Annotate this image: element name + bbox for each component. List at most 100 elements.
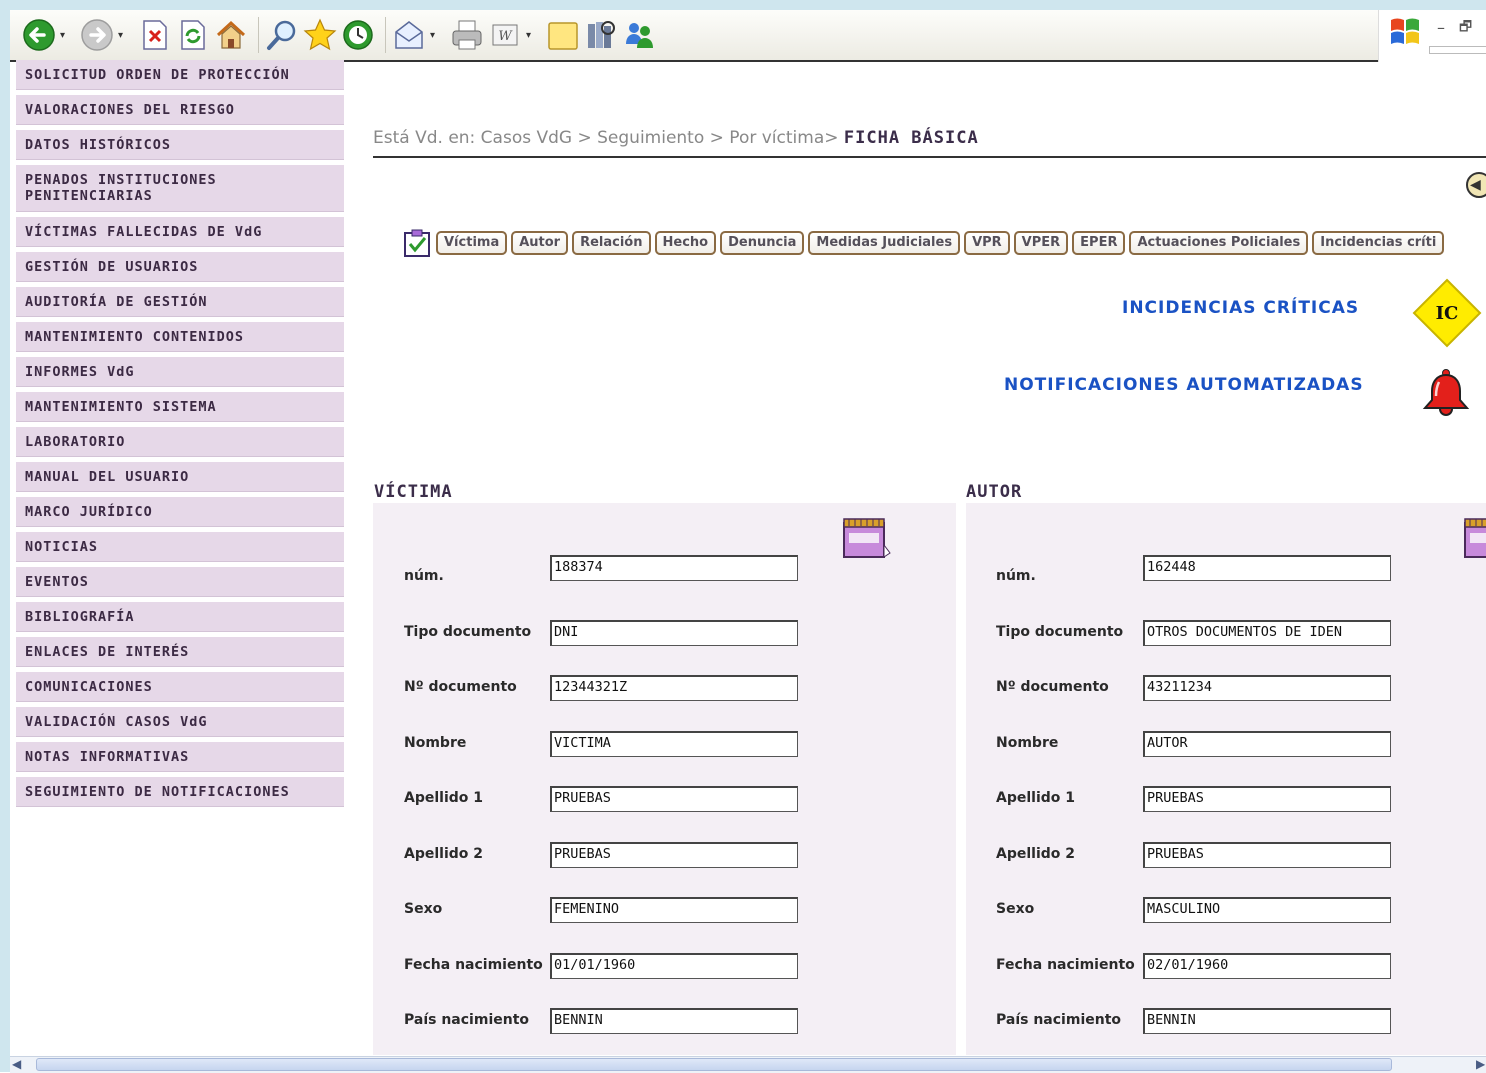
notepad-icon[interactable]	[841, 517, 891, 561]
sidebar-item[interactable]: LABORATORIO	[16, 427, 344, 457]
victima-apellido2-input[interactable]: PRUEBAS	[550, 842, 798, 868]
bell-icon[interactable]	[1422, 368, 1470, 418]
incidencias-criticas-link[interactable]: INCIDENCIAS CRÍTICAS	[1122, 298, 1359, 318]
autor-num-input[interactable]: 162448	[1143, 555, 1391, 581]
word-icon[interactable]: W	[488, 18, 522, 52]
forward-dropdown-icon[interactable]: ▾	[118, 30, 130, 41]
victima-nombre-label: Nombre	[404, 735, 467, 751]
victima-n-documento-label: Nº documento	[404, 679, 517, 695]
autor-tipo-documento-input[interactable]: OTROS DOCUMENTOS DE IDEN	[1143, 620, 1391, 646]
sidebar-item[interactable]: VALIDACIÓN CASOS VdG	[16, 707, 344, 737]
autor-num-label: núm.	[996, 568, 1036, 584]
autor-sexo-label: Sexo	[996, 901, 1035, 917]
victima-apellido1-label: Apellido 1	[404, 790, 484, 806]
victima-tipo-documento-input[interactable]: DNI	[550, 620, 798, 646]
research-icon[interactable]	[584, 18, 618, 52]
toolbar-separator	[385, 17, 386, 53]
sidebar-item[interactable]: MANUAL DEL USUARIO	[16, 462, 344, 492]
victima-sexo-input[interactable]: FEMENINO	[550, 897, 798, 923]
mail-icon[interactable]	[392, 18, 426, 52]
sidebar-item[interactable]: GESTIÓN DE USUARIOS	[16, 252, 344, 282]
notificaciones-automatizadas-link[interactable]: NOTIFICACIONES AUTOMATIZADAS	[1004, 375, 1364, 395]
sidebar-item[interactable]: NOTICIAS	[16, 532, 344, 562]
history-icon[interactable]	[341, 18, 375, 52]
victima-section-title: VÍCTIMA	[374, 482, 453, 502]
scroll-right-icon[interactable]: ▶	[1476, 1057, 1485, 1071]
print-icon[interactable]	[450, 18, 484, 52]
sidebar-item[interactable]: VÍCTIMAS FALLECIDAS DE VdG	[16, 217, 344, 247]
sidebar-item[interactable]: NOTAS INFORMATIVAS	[16, 742, 344, 772]
sidebar-item[interactable]: MANTENIMIENTO CONTENIDOS	[16, 322, 344, 352]
sidebar-item[interactable]: PENADOS INSTITUCIONES PENITENCIARIAS	[16, 165, 344, 212]
tab[interactable]: Relación	[572, 231, 651, 255]
tab[interactable]: EPER	[1072, 231, 1126, 255]
scroll-left-icon[interactable]: ◀	[12, 1057, 21, 1071]
tab[interactable]: Denuncia	[720, 231, 805, 255]
tab[interactable]: Medidas Judiciales	[808, 231, 961, 255]
restore-icon[interactable]: 🗗	[1459, 16, 1472, 40]
word-dropdown-icon[interactable]: ▾	[526, 30, 538, 41]
autor-sexo-input[interactable]: MASCULINO	[1143, 897, 1391, 923]
sidebar-item[interactable]: INFORMES VdG	[16, 357, 344, 387]
breadcrumb-current: FICHA BÁSICA	[843, 128, 979, 148]
back-icon[interactable]	[22, 18, 56, 52]
tab[interactable]: VPR	[964, 231, 1010, 255]
mail-dropdown-icon[interactable]: ▾	[430, 30, 442, 41]
autor-tipo-documento-label: Tipo documento	[996, 624, 1124, 640]
sidebar-item[interactable]: DATOS HISTÓRICOS	[16, 130, 344, 160]
sidebar-item[interactable]: COMUNICACIONES	[16, 672, 344, 702]
victima-tipo-documento-label: Tipo documento	[404, 624, 532, 640]
sidebar-item[interactable]: MARCO JURÍDICO	[16, 497, 344, 527]
victima-apellido1-input[interactable]: PRUEBAS	[550, 786, 798, 812]
victima-nombre-input[interactable]: VICTIMA	[550, 731, 798, 757]
victima-fecha-nacimiento-input[interactable]: 01/01/1960	[550, 953, 798, 979]
victima-num-input[interactable]: 188374	[550, 555, 798, 581]
sidebar-item[interactable]: SOLICITUD ORDEN DE PROTECCIÓN	[16, 60, 344, 90]
tab[interactable]: Víctima	[436, 231, 508, 255]
sidebar-item[interactable]: EVENTOS	[16, 567, 344, 597]
folder-icon[interactable]	[546, 18, 580, 52]
tab[interactable]: Hecho	[654, 231, 717, 255]
sidebar-item[interactable]: BIBLIOGRAFÍA	[16, 602, 344, 632]
window-frame-left	[0, 0, 10, 1072]
victima-sexo-label: Sexo	[404, 901, 443, 917]
tab[interactable]: Autor	[511, 231, 569, 255]
minimize-icon[interactable]: –	[1437, 18, 1445, 37]
window-controls: – 🗗	[1378, 10, 1486, 62]
sidebar-item[interactable]: VALORACIONES DEL RIESGO	[16, 95, 344, 125]
scrollbar-thumb[interactable]	[36, 1058, 1392, 1071]
tab[interactable]: Actuaciones Policiales	[1129, 231, 1309, 255]
favorites-icon[interactable]	[303, 18, 337, 52]
autor-n-documento-input[interactable]: 43211234	[1143, 675, 1391, 701]
sidebar-item[interactable]: SEGUIMIENTO DE NOTIFICACIONES	[16, 777, 344, 807]
search-icon[interactable]	[265, 18, 299, 52]
sidebar-item[interactable]: AUDITORÍA DE GESTIÓN	[16, 287, 344, 317]
sidebar-item[interactable]: ENLACES DE INTERÉS	[16, 637, 344, 667]
autor-apellido2-label: Apellido 2	[996, 846, 1076, 862]
autor-nombre-input[interactable]: AUTOR	[1143, 731, 1391, 757]
victima-pais-nacimiento-input[interactable]: BENNIN	[550, 1008, 798, 1034]
checklist-icon	[404, 229, 430, 257]
victima-n-documento-input[interactable]: 12344321Z	[550, 675, 798, 701]
refresh-icon[interactable]	[176, 18, 210, 52]
tab[interactable]: Incidencias críti	[1312, 231, 1445, 255]
notepad-icon[interactable]	[1462, 517, 1486, 561]
tab[interactable]: VPER	[1013, 231, 1069, 255]
back-arrow-icon[interactable]: ◀	[1466, 172, 1486, 198]
forward-icon[interactable]	[80, 18, 114, 52]
autor-apellido2-input[interactable]: PRUEBAS	[1143, 842, 1391, 868]
horizontal-scrollbar[interactable]: ◀ ▶	[10, 1056, 1486, 1073]
home-icon[interactable]	[214, 18, 248, 52]
sidebar-item[interactable]: MANTENIMIENTO SISTEMA	[16, 392, 344, 422]
victima-fecha-nacimiento-label: Fecha nacimiento	[404, 957, 543, 973]
victima-num-label: núm.	[404, 568, 444, 584]
address-field-fragment	[1429, 46, 1486, 54]
autor-apellido1-input[interactable]: PRUEBAS	[1143, 786, 1391, 812]
autor-pais-nacimiento-input[interactable]: BENNIN	[1143, 1008, 1391, 1034]
back-dropdown-icon[interactable]: ▾	[60, 30, 72, 41]
stop-icon[interactable]	[138, 18, 172, 52]
ic-badge-icon[interactable]: IC	[1412, 278, 1482, 348]
messenger-icon[interactable]	[622, 18, 656, 52]
autor-fecha-nacimiento-input[interactable]: 02/01/1960	[1143, 953, 1391, 979]
autor-apellido1-label: Apellido 1	[996, 790, 1076, 806]
